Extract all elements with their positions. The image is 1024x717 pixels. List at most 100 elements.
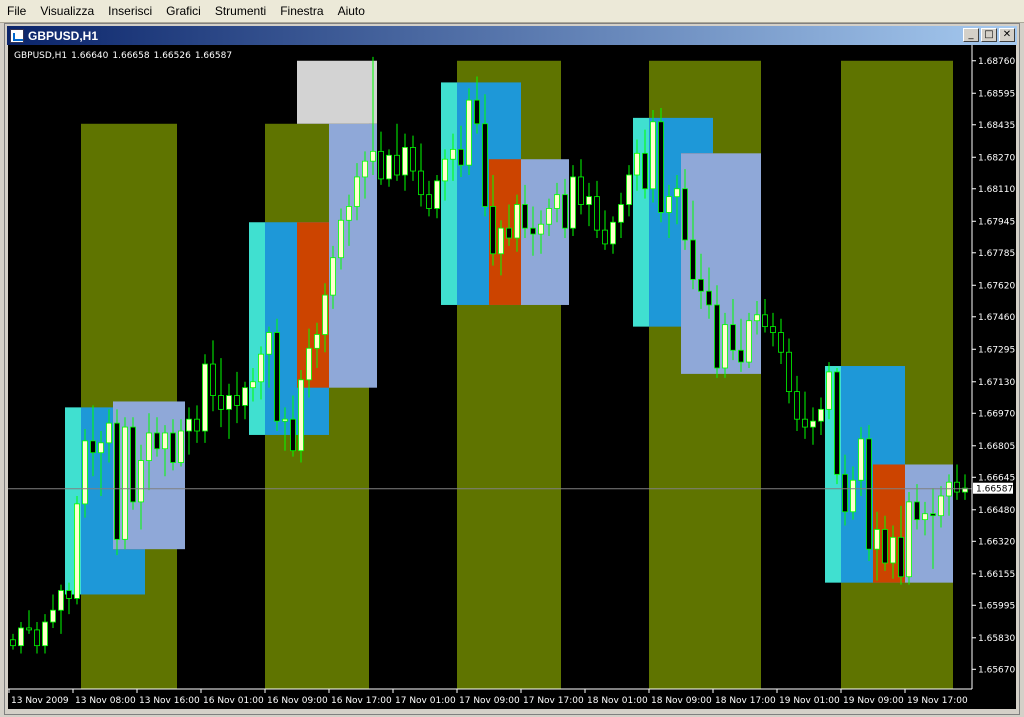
candle-body bbox=[114, 422, 120, 540]
candle-body bbox=[226, 395, 232, 410]
zone-rect bbox=[329, 123, 377, 388]
candle-body bbox=[898, 536, 904, 578]
y-tick-label: 1.68760 bbox=[978, 57, 1015, 67]
candle-body bbox=[26, 627, 32, 631]
minimize-button[interactable]: _ bbox=[963, 28, 979, 42]
candle-body bbox=[730, 324, 736, 351]
candle-body bbox=[666, 196, 672, 213]
candle-body bbox=[706, 290, 712, 306]
close-button[interactable]: ✕ bbox=[999, 28, 1015, 42]
candle-body bbox=[522, 204, 528, 229]
candlestick-chart-svg[interactable]: 1.68760 1.68595 1.68435 1.68270 1.68110 1.679… bbox=[8, 45, 1016, 709]
candle-body bbox=[474, 99, 480, 125]
zone-rect bbox=[633, 117, 649, 327]
candle-body bbox=[594, 196, 600, 231]
menu-item-file[interactable]: File bbox=[0, 0, 33, 22]
candle-body bbox=[82, 440, 88, 505]
candle-body bbox=[130, 426, 136, 503]
candle-body bbox=[162, 432, 168, 450]
zone-rect bbox=[521, 159, 569, 305]
candle-body bbox=[10, 639, 16, 647]
candle-body bbox=[850, 479, 856, 513]
candle-body bbox=[290, 418, 296, 452]
price-chart[interactable]: 1.68760 1.68595 1.68435 1.68270 1.68110 1.679… bbox=[8, 45, 1016, 709]
y-tick-label: 1.67130 bbox=[978, 378, 1015, 388]
y-tick-label: 1.67620 bbox=[978, 281, 1015, 291]
menu-item-inserisci[interactable]: Inserisci bbox=[101, 0, 159, 22]
x-tick-label: 18 Nov 17:00 bbox=[715, 696, 776, 706]
candle-body bbox=[906, 501, 912, 578]
menu-item-aiuto[interactable]: Aiuto bbox=[331, 0, 372, 22]
candle-body bbox=[202, 363, 208, 432]
x-tick-label: 13 Nov 08:00 bbox=[75, 696, 136, 706]
candle-body bbox=[506, 227, 512, 239]
candle-body bbox=[394, 154, 400, 176]
candle-body bbox=[210, 363, 216, 396]
candle-body bbox=[122, 426, 128, 540]
y-tick-label: 1.66320 bbox=[978, 537, 1015, 547]
window-titlebar[interactable]: GBPUSD,H1 _ □ ✕ bbox=[7, 26, 1017, 45]
y-tick-label: 1.67945 bbox=[978, 217, 1015, 227]
candle-body bbox=[170, 432, 176, 463]
x-tick-label: 19 Nov 09:00 bbox=[843, 696, 904, 706]
menu-item-finestra[interactable]: Finestra bbox=[273, 0, 330, 22]
menu-item-grafici[interactable]: Grafici bbox=[159, 0, 208, 22]
candle-body bbox=[266, 332, 272, 355]
candle-body bbox=[874, 529, 880, 550]
candle-body bbox=[858, 438, 864, 481]
candle-body bbox=[514, 204, 520, 239]
candle-body bbox=[762, 314, 768, 328]
window-title: GBPUSD,H1 bbox=[28, 28, 99, 43]
candle-body bbox=[178, 430, 184, 463]
y-tick-label: 1.68595 bbox=[978, 89, 1015, 99]
candle-body bbox=[314, 334, 320, 349]
candle-body bbox=[466, 99, 472, 166]
y-tick-label: 1.65830 bbox=[978, 634, 1015, 644]
x-tick-label: 17 Nov 17:00 bbox=[523, 696, 584, 706]
candle-body bbox=[890, 536, 896, 564]
maximize-button[interactable]: □ bbox=[981, 28, 997, 42]
y-tick-label: 1.67785 bbox=[978, 249, 1015, 259]
candle-body bbox=[482, 123, 488, 207]
candle-body bbox=[258, 353, 264, 383]
candle-body bbox=[546, 208, 552, 225]
candle-body bbox=[274, 332, 280, 422]
candle-body bbox=[738, 349, 744, 363]
current-price-label: 1.66587 bbox=[976, 485, 1013, 495]
candle-body bbox=[370, 150, 376, 162]
y-tick-label: 1.66155 bbox=[978, 570, 1015, 580]
candle-body bbox=[698, 278, 704, 292]
y-tick-label: 1.68270 bbox=[978, 153, 1015, 163]
candle-body bbox=[242, 387, 248, 406]
candle-body bbox=[842, 473, 848, 513]
x-tick-label: 16 Nov 17:00 bbox=[331, 696, 392, 706]
candle-body bbox=[410, 147, 416, 172]
candle-body bbox=[458, 148, 464, 166]
info-close: 1.66587 bbox=[194, 51, 233, 61]
candle-body bbox=[562, 194, 568, 229]
candle-body bbox=[330, 257, 336, 296]
candle-body bbox=[418, 170, 424, 196]
candle-body bbox=[866, 438, 872, 550]
candle-body bbox=[218, 395, 224, 410]
candle-body bbox=[786, 351, 792, 393]
menu-item-visualizza[interactable]: Visualizza bbox=[33, 0, 101, 22]
candle-body bbox=[826, 371, 832, 410]
candle-body bbox=[650, 121, 656, 190]
x-tick-label: 16 Nov 09:00 bbox=[267, 696, 328, 706]
candle-body bbox=[714, 304, 720, 369]
candle-body bbox=[922, 513, 928, 521]
candle-body bbox=[722, 324, 728, 369]
candle-body bbox=[554, 194, 560, 209]
y-tick-label: 1.67295 bbox=[978, 345, 1015, 355]
menu-item-strumenti[interactable]: Strumenti bbox=[208, 0, 273, 22]
zone-rect bbox=[905, 464, 953, 583]
candle-body bbox=[58, 590, 64, 611]
x-tick-label: 19 Nov 17:00 bbox=[907, 696, 968, 706]
info-low: 1.66526 bbox=[153, 51, 191, 61]
info-open: 1.66640 bbox=[71, 51, 109, 61]
chart-info-line: GBPUSD,H1 1.66640 1.66658 1.66526 1.66587 bbox=[14, 51, 236, 61]
candle-body bbox=[642, 152, 648, 190]
candle-body bbox=[810, 420, 816, 428]
candle-body bbox=[938, 495, 944, 517]
